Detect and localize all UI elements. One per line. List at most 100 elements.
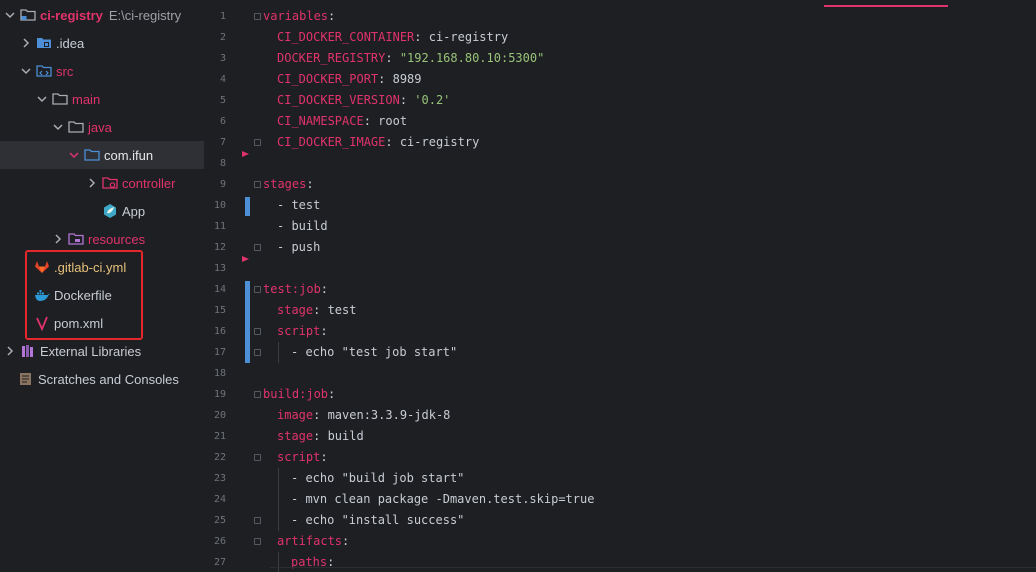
tree-item-label: Scratches and Consoles bbox=[38, 371, 179, 387]
fold-marker-icon[interactable] bbox=[254, 286, 261, 293]
change-arrow-icon[interactable] bbox=[242, 151, 249, 157]
tree-item-project-root[interactable]: ci-registry E:\ci-registry bbox=[0, 1, 204, 29]
code-line: DOCKER_REGISTRY: "192.168.80.10:5300" bbox=[277, 51, 545, 65]
chevron-down-icon[interactable] bbox=[36, 93, 48, 105]
fold-marker-icon[interactable] bbox=[254, 244, 261, 251]
code-line: test:job: bbox=[263, 282, 329, 296]
code-line: - echo "install success" bbox=[291, 513, 465, 527]
code-line: CI_DOCKER_VERSION: '0.2' bbox=[277, 93, 451, 107]
code-line: - echo "build job start" bbox=[291, 471, 465, 485]
chevron-down-icon[interactable] bbox=[52, 121, 64, 133]
code-line: - mvn clean package -Dmaven.test.skip=tr… bbox=[291, 492, 595, 506]
tree-item-scratches[interactable]: Scratches and Consoles bbox=[0, 365, 204, 393]
tree-item-java[interactable]: java bbox=[0, 113, 204, 141]
code-line: stage: build bbox=[277, 429, 364, 443]
line-number: 21 bbox=[213, 431, 226, 442]
line-number: 9 bbox=[219, 179, 226, 190]
code-line: - test bbox=[277, 198, 321, 212]
code-line: stages: bbox=[263, 177, 314, 191]
module-folder-icon bbox=[20, 7, 36, 23]
tree-item-controller[interactable]: controller bbox=[0, 169, 204, 197]
line-number: 12 bbox=[213, 242, 226, 253]
package-folder-icon bbox=[84, 147, 100, 163]
indent-guide bbox=[278, 468, 279, 531]
tree-item-package[interactable]: com.ifun bbox=[0, 141, 204, 169]
fold-marker-icon[interactable] bbox=[254, 517, 261, 524]
change-arrow-icon[interactable] bbox=[242, 256, 249, 262]
tree-item-pom[interactable]: pom.xml bbox=[0, 309, 204, 337]
fold-marker-icon[interactable] bbox=[254, 454, 261, 461]
ide-window: ci-registry E:\ci-registry .idea src mai… bbox=[0, 0, 1036, 572]
code-line: build:job: bbox=[263, 387, 336, 401]
fold-marker-icon[interactable] bbox=[254, 139, 261, 146]
line-number: 19 bbox=[213, 389, 226, 400]
line-number: 13 bbox=[213, 263, 226, 274]
line-number: 22 bbox=[213, 452, 226, 463]
tree-item-label: Dockerfile bbox=[54, 287, 112, 303]
project-tree: ci-registry E:\ci-registry .idea src mai… bbox=[0, 0, 204, 572]
line-number: 7 bbox=[219, 137, 226, 148]
tree-item-label: .idea bbox=[56, 35, 85, 51]
chevron-down-icon[interactable] bbox=[68, 149, 80, 161]
tree-item-label: controller bbox=[122, 175, 176, 191]
scratches-icon bbox=[18, 371, 34, 387]
line-number: 10 bbox=[213, 200, 226, 211]
tree-item-label: App bbox=[122, 203, 146, 219]
idea-folder-icon bbox=[36, 35, 52, 51]
line-number: 4 bbox=[219, 74, 226, 85]
line-number: 1 bbox=[219, 11, 226, 22]
tree-item-resources[interactable]: resources bbox=[0, 225, 204, 253]
chevron-down-icon[interactable] bbox=[20, 65, 32, 77]
chevron-right-icon[interactable] bbox=[86, 177, 98, 189]
fold-marker-icon[interactable] bbox=[254, 328, 261, 335]
fold-marker-icon[interactable] bbox=[254, 538, 261, 545]
line-number: 2 bbox=[219, 32, 226, 43]
tree-item-label: resources bbox=[88, 231, 146, 247]
tree-item-label: java bbox=[88, 119, 112, 135]
horizontal-scrollbar[interactable] bbox=[270, 567, 1036, 568]
code-line: CI_NAMESPACE: root bbox=[277, 114, 408, 128]
fold-marker-icon[interactable] bbox=[254, 349, 261, 356]
line-number-gutter: 1 2 3 4 5 6 7 8 9 10 11 12 13 14 15 16 1… bbox=[204, 0, 250, 572]
tree-item-gitlab-ci[interactable]: .gitlab-ci.yml bbox=[0, 253, 204, 281]
gitlab-icon bbox=[34, 259, 50, 275]
tree-item-dockerfile[interactable]: Dockerfile bbox=[0, 281, 204, 309]
chevron-down-icon[interactable] bbox=[4, 9, 16, 21]
line-number: 25 bbox=[213, 515, 226, 526]
line-number: 15 bbox=[213, 305, 226, 316]
tree-item-src[interactable]: src bbox=[0, 57, 204, 85]
line-number: 16 bbox=[213, 326, 226, 337]
chevron-right-icon[interactable] bbox=[4, 345, 16, 357]
fold-marker-icon[interactable] bbox=[254, 391, 261, 398]
code-editor[interactable]: variables: CI_DOCKER_CONTAINER: ci-regis… bbox=[250, 0, 1036, 572]
fold-marker-icon[interactable] bbox=[254, 181, 261, 188]
chevron-right-icon[interactable] bbox=[52, 233, 64, 245]
code-line: paths: bbox=[291, 555, 335, 569]
code-line: artifacts: bbox=[277, 534, 350, 548]
tree-item-idea[interactable]: .idea bbox=[0, 29, 204, 57]
fold-marker-icon[interactable] bbox=[254, 13, 261, 20]
line-number: 3 bbox=[219, 53, 226, 64]
code-line: stage: test bbox=[277, 303, 357, 317]
tree-item-label: src bbox=[56, 63, 74, 79]
spring-class-icon bbox=[102, 203, 118, 219]
project-path: E:\ci-registry bbox=[108, 7, 182, 23]
chevron-right-icon[interactable] bbox=[20, 37, 32, 49]
code-line: - build bbox=[277, 219, 328, 233]
tree-item-external-libraries[interactable]: External Libraries bbox=[0, 337, 204, 365]
line-number: 23 bbox=[213, 473, 226, 484]
tree-item-main[interactable]: main bbox=[0, 85, 204, 113]
tree-item-label: com.ifun bbox=[104, 147, 154, 163]
source-folder-icon bbox=[36, 63, 52, 79]
tab-indicator bbox=[824, 5, 948, 7]
line-number: 14 bbox=[213, 284, 226, 295]
code-line: script: bbox=[277, 324, 328, 338]
code-line: CI_DOCKER_CONTAINER: ci-registry bbox=[277, 30, 509, 44]
code-line: variables: bbox=[263, 9, 336, 23]
line-number: 5 bbox=[219, 95, 226, 106]
code-line: script: bbox=[277, 450, 328, 464]
line-number: 27 bbox=[213, 557, 226, 568]
indent-guide bbox=[278, 342, 279, 363]
tree-item-app[interactable]: App bbox=[0, 197, 204, 225]
tree-item-label: .gitlab-ci.yml bbox=[54, 259, 127, 275]
